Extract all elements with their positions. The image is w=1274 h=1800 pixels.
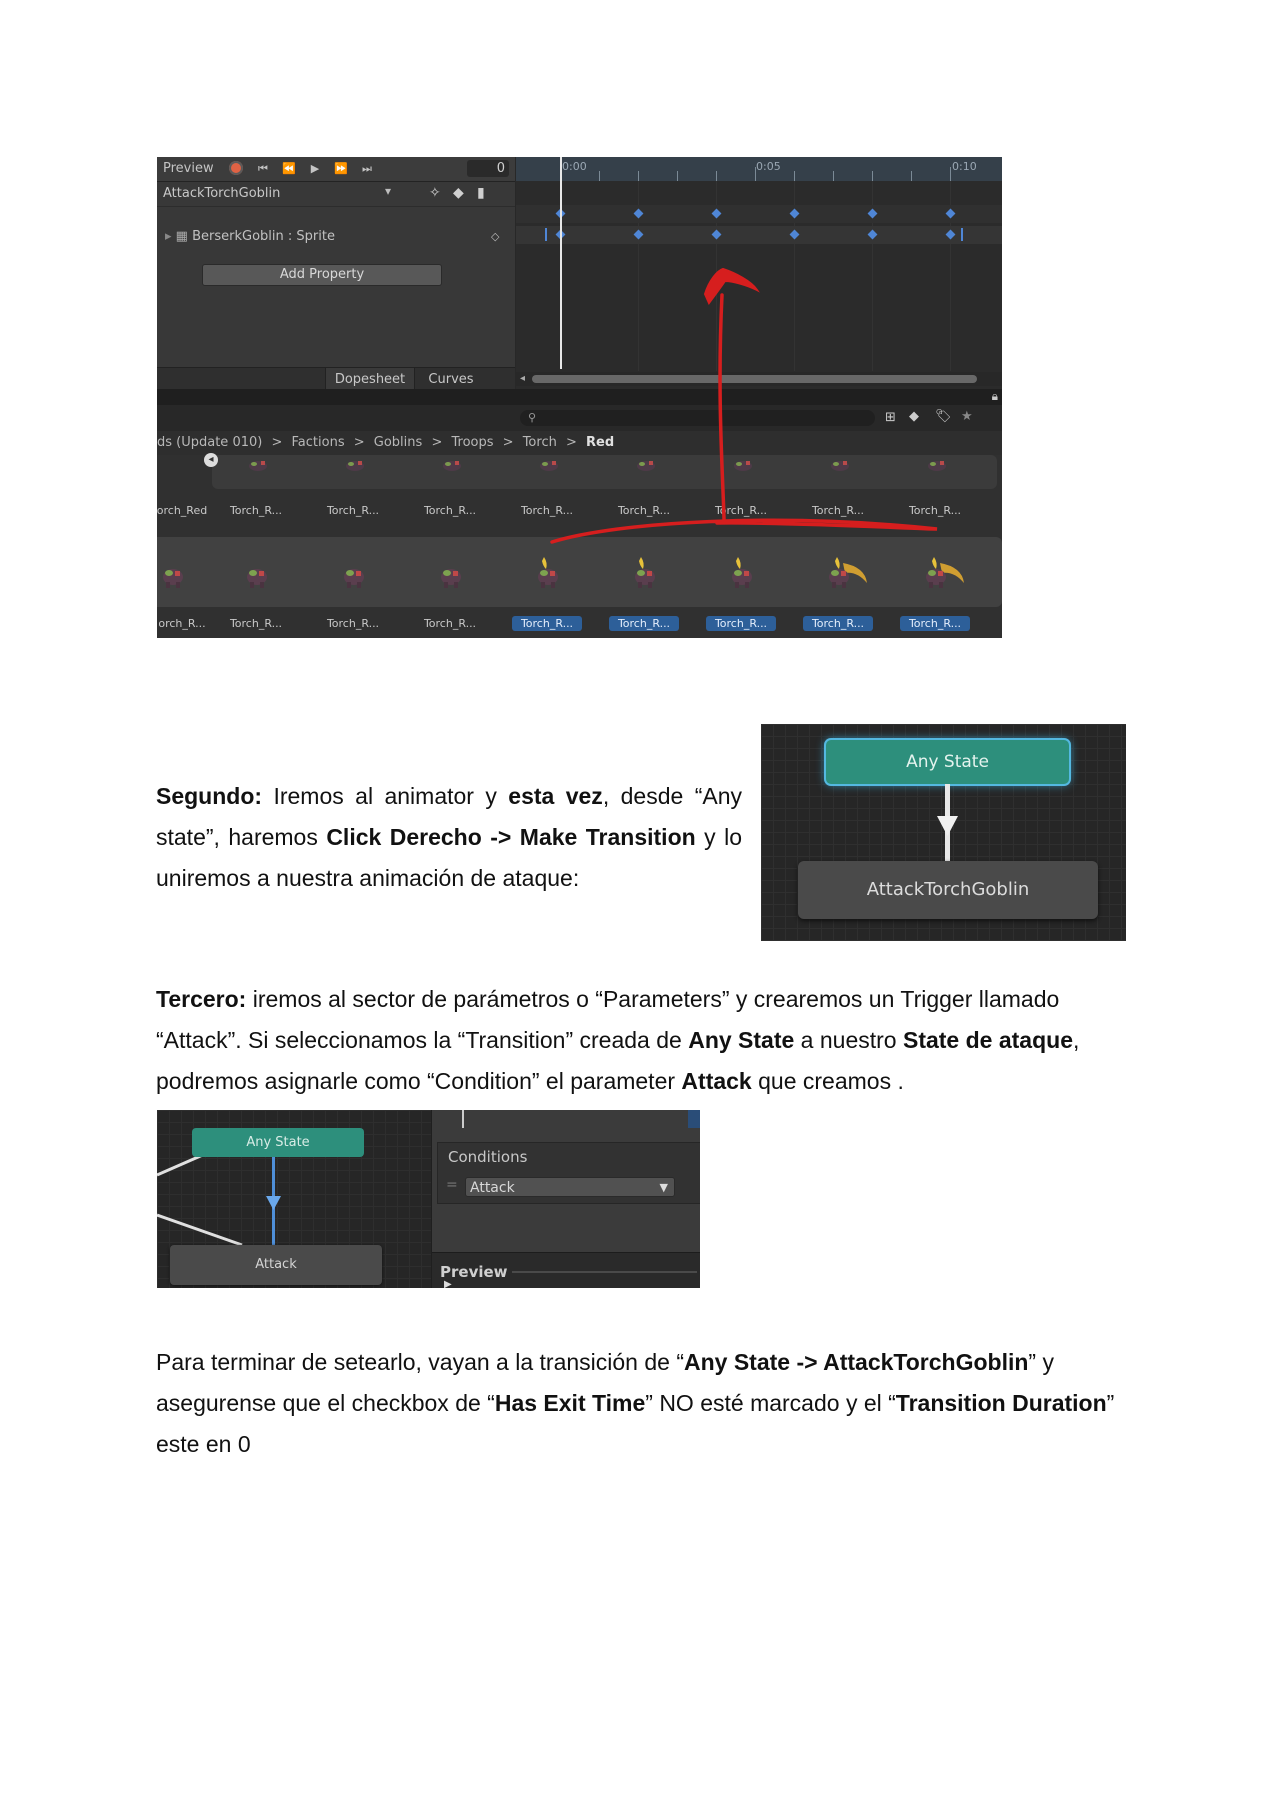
any-state-node[interactable]: Any State [826,740,1069,784]
annotation-stroke [550,518,938,544]
text-run: ” NO esté marcado y el “ [645,1390,896,1416]
drag-handle-icon[interactable]: = [446,1177,458,1193]
bold-run: Any State [688,1027,795,1053]
conditions-title: Conditions [448,1148,528,1166]
scroll-indicator [688,1110,700,1128]
preview-bar: Preview ▶ [432,1252,700,1288]
animator-graph-screenshot: Any State AttackTorchGoblin [761,724,1126,941]
paragraph-final: Para terminar de setearlo, vayan a la tr… [156,1342,1116,1465]
annotation-arrowhead [703,267,760,305]
lead-label: Segundo: [156,783,263,809]
bold-run: Has Exit Time [494,1390,646,1416]
condition-value: Attack [470,1180,515,1196]
paragraph-segundo: Segundo: Iremos al animator y esta vez, … [156,776,742,899]
bold-run: Transition Duration [895,1390,1107,1416]
red-annotation-arrow [550,267,938,544]
bold-run: Any State -> AttackTorchGoblin [684,1349,1029,1375]
bold-run: esta vez [508,783,603,809]
bold-run: Attack [681,1068,752,1094]
text-run: a nuestro [794,1027,903,1053]
lead-label: Tercero: [156,986,247,1012]
transition-arrow-icon [266,1196,281,1210]
paragraph-tercero: Tercero: iremos al sector de parámetros … [156,979,1116,1102]
bold-run: State de ataque [902,1027,1073,1053]
transition-arrow-icon [937,816,958,836]
any-state-node[interactable]: Any State [192,1128,364,1157]
condition-parameter-dropdown[interactable]: Attack ▼ [465,1177,675,1197]
divider [462,1110,464,1128]
attack-state-node[interactable]: Attack [170,1245,382,1285]
text-run: Iremos al animator y [262,783,509,809]
annotation-stroke [718,293,726,521]
transition-conditions-screenshot: Any State Attack Conditions = Attack ▼ P… [157,1110,700,1288]
play-icon[interactable]: ▶ [444,1279,452,1288]
dropdown-arrow-icon[interactable]: ▼ [660,1178,668,1198]
inspector-panel: Conditions = Attack ▼ Preview ▶ [431,1110,700,1288]
preview-rule [512,1271,697,1273]
bold-run: Click Derecho -> Make Transition [326,824,696,850]
text-run: que creamos . [751,1068,904,1094]
attack-state-node[interactable]: AttackTorchGoblin [798,861,1098,919]
text-run: Para terminar de setearlo, vayan a la tr… [156,1349,684,1375]
animation-window-screenshot: Preview ⏮ ⏪ ▶ ⏩ ⏭ 0 AttackTorchGoblin ▾ … [157,157,1002,638]
